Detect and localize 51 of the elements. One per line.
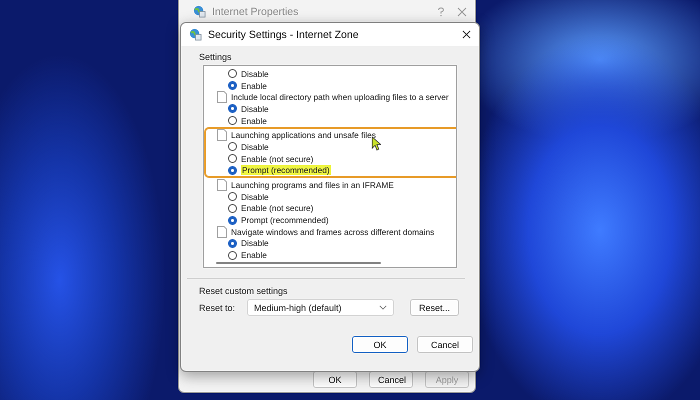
- globe-icon: [193, 5, 206, 18]
- option-label: Disable: [241, 68, 269, 79]
- dialog-button[interactable]: Cancel: [417, 336, 473, 353]
- radio-button[interactable]: [228, 250, 237, 260]
- option-label: Enable (not secure): [241, 154, 314, 164]
- setting-name: Launching applications and unsafe files: [231, 130, 376, 140]
- field-label: Reset to:: [199, 302, 236, 312]
- option-label: Disable: [241, 192, 269, 202]
- radio-button[interactable]: [228, 81, 237, 90]
- option-label: Disable: [241, 104, 269, 114]
- radio-button[interactable]: [228, 116, 237, 126]
- scrollbar[interactable]: [216, 262, 381, 264]
- radio-button[interactable]: [228, 69, 237, 78]
- document-icon: [217, 129, 227, 142]
- setting-name: Include local directory path when uploading files to a server: [231, 92, 449, 102]
- document-icon: [217, 91, 227, 104]
- radio-button[interactable]: [228, 192, 237, 202]
- radio-button[interactable]: [228, 142, 237, 152]
- section-label: Reset custom settings: [199, 286, 289, 296]
- chevron-down-icon: [379, 305, 387, 310]
- option-label: Enable (not secure): [241, 203, 314, 214]
- close-icon: [457, 6, 467, 16]
- radio-button[interactable]: [228, 166, 237, 175]
- globe-icon: [189, 28, 202, 41]
- radio-button[interactable]: [228, 104, 237, 114]
- reset-level-dropdown[interactable]: Medium-high (default): [247, 299, 394, 316]
- help-icon: [437, 6, 445, 16]
- document-icon: [217, 226, 227, 238]
- window-title: Internet Properties: [212, 6, 298, 18]
- dialog-button[interactable]: Cancel: [369, 371, 413, 388]
- option-label: Prompt (recommended): [241, 215, 329, 226]
- close-icon: [462, 30, 471, 39]
- option-label: Disable: [241, 238, 269, 248]
- dialog-button[interactable]: OK: [352, 336, 408, 353]
- setting-name: Launching programs and files in an IFRAME: [231, 180, 394, 190]
- cursor-icon: [371, 136, 381, 151]
- option-label: Prompt (recommended): [241, 165, 331, 176]
- radio-button[interactable]: [228, 204, 237, 213]
- option-label: Enable: [241, 80, 267, 91]
- radio-button[interactable]: [228, 154, 237, 164]
- option-label: Enable: [241, 250, 267, 260]
- window-title: Security Settings - Internet Zone: [208, 28, 359, 40]
- option-label: Disable: [241, 142, 269, 152]
- radio-button[interactable]: [228, 216, 237, 225]
- dialog-button[interactable]: OK: [313, 371, 357, 388]
- section-label: Settings: [199, 52, 233, 62]
- setting-name: Navigate windows and frames across different domains: [231, 226, 434, 237]
- radio-button[interactable]: [228, 238, 237, 248]
- document-icon: [217, 179, 227, 192]
- reset-button[interactable]: Reset...: [410, 299, 460, 316]
- option-label: Enable: [241, 116, 267, 126]
